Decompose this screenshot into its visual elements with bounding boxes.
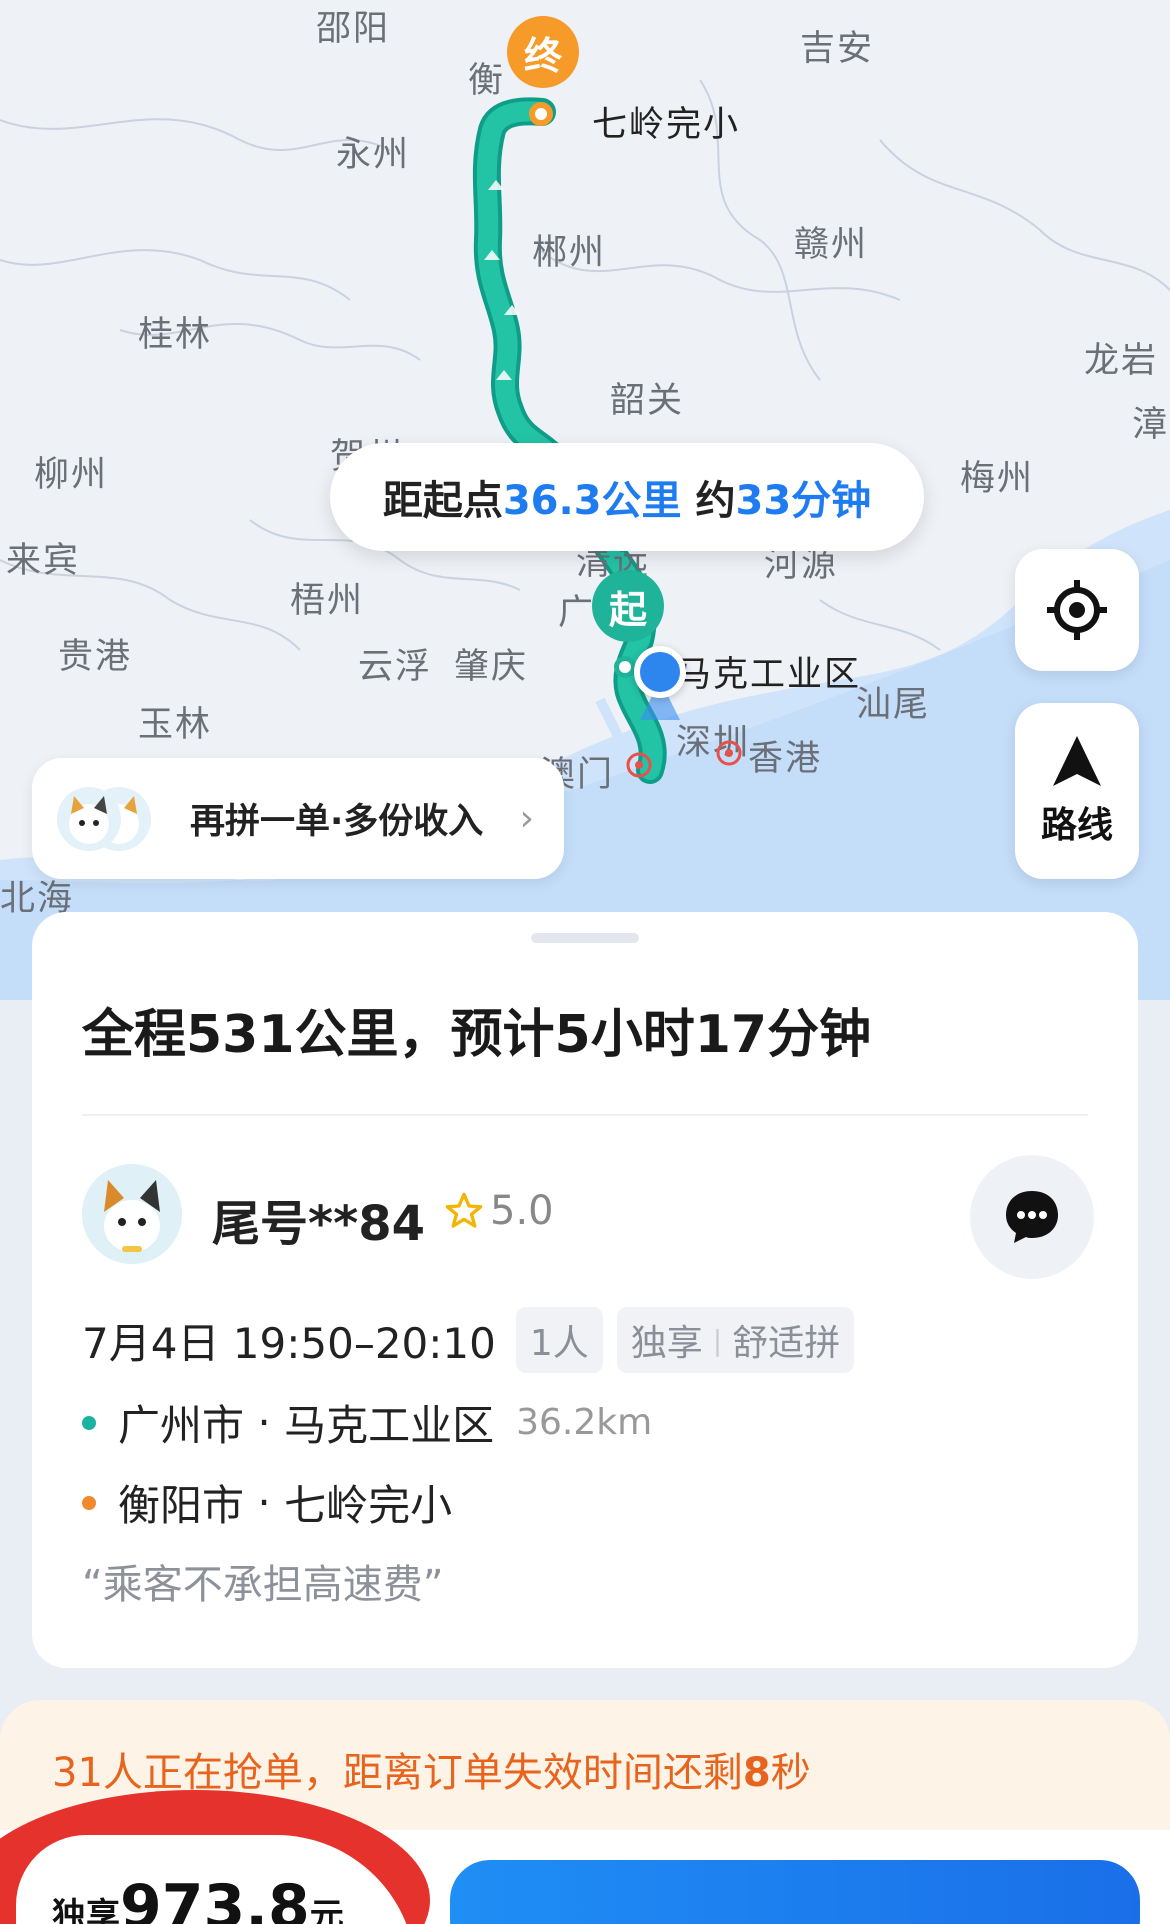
city-label: 衡 <box>468 61 506 101</box>
hongkong-marker-icon <box>716 740 742 766</box>
order-card: 全程531公里，预计5小时17分钟 尾号**84 5.0 7月4日 19:50–… <box>32 912 1138 1668</box>
cat-avatar-icon <box>82 1164 182 1264</box>
distance-prefix: 距起点 <box>382 478 503 524</box>
start-marker[interactable]: 起 <box>592 570 664 642</box>
city-label: 广 <box>558 593 596 633</box>
grab-suffix: 秒 <box>770 1750 811 1796</box>
seat-count-tag: 1人 <box>515 1307 603 1373</box>
city-label: 韶关 <box>610 381 685 421</box>
trip-summary: 全程531公里，预计5小时17分钟 <box>82 1005 872 1065</box>
location-separator: · <box>244 1398 285 1447</box>
grab-prefix: 31人正在抢单，距离订单失效时间还剩 <box>52 1750 743 1796</box>
promo-text: 再拼一单·多份收入 <box>190 802 484 842</box>
duration-value: 33分钟 <box>735 478 872 524</box>
end-point-dot <box>529 102 553 126</box>
navigation-arrow-icon <box>1053 736 1101 786</box>
promo-avatars <box>56 786 166 852</box>
route-button-label: 路线 <box>1040 805 1113 846</box>
pickup-time: 7月4日 19:50–20:10 <box>82 1318 496 1368</box>
ride-type-tag: 独享 | 舒适拼 <box>616 1307 855 1373</box>
price-label: 独享 <box>52 1896 120 1924</box>
drag-handle[interactable] <box>531 933 639 943</box>
start-place: 马克工业区 <box>284 1401 495 1450</box>
pickup-time-row: 7月4日 19:50–20:10 1人 独享 | 舒适拼 <box>82 1307 868 1373</box>
passenger-note: “乘客不承担高速费” <box>82 1562 444 1608</box>
chevron-right-icon: › <box>519 798 534 839</box>
grab-status-text: 31人正在抢单，距离订单失效时间还剩8秒 <box>52 1740 811 1798</box>
city-label: 吉安 <box>800 29 875 69</box>
end-dot-icon <box>82 1495 96 1510</box>
end-location-row: 衡阳市 · 七岭完小 <box>82 1472 452 1533</box>
end-place: 七岭完小 <box>284 1481 453 1530</box>
city-label: 桂林 <box>138 315 213 355</box>
start-location-row: 广州市 · 马克工业区 36.2km <box>82 1392 652 1453</box>
city-label: 郴州 <box>532 233 607 273</box>
city-label-destination: 七岭完小 <box>592 105 741 145</box>
city-label: 玉林 <box>138 705 213 745</box>
distance-middle: 约 <box>681 478 736 524</box>
city-label: 梅州 <box>960 459 1035 499</box>
location-separator: · <box>244 1478 285 1527</box>
city-label: 邵阳 <box>316 9 391 49</box>
tag-exclusive: 独享 <box>630 1323 703 1364</box>
macau-marker-icon <box>626 752 652 778</box>
city-label: 梧州 <box>290 581 365 621</box>
city-label: 漳 <box>1132 405 1170 445</box>
grab-seconds: 8 <box>742 1750 771 1796</box>
promo-banner[interactable]: 再拼一单·多份收入 › <box>32 758 564 879</box>
passenger-name: 尾号**84 <box>212 1196 426 1252</box>
distance-pill: 距起点 36.3公里 约 33分钟 <box>330 443 924 551</box>
rating-value: 5.0 <box>490 1188 554 1234</box>
city-label: 来宾 <box>6 541 81 581</box>
divider <box>82 1114 1088 1116</box>
end-city: 衡阳市 <box>118 1481 245 1530</box>
tag-separator: | <box>712 1323 723 1357</box>
price-unit: 元 <box>309 1896 344 1924</box>
locate-button[interactable] <box>1015 549 1139 671</box>
map-view[interactable]: 邵阳 吉安 衡 七岭完小 永州 郴州 赣州 桂林 龙岩 韶关 漳 柳州 贺州 梅… <box>0 0 1170 1000</box>
my-location-dot <box>634 646 686 698</box>
distance-value: 36.3公里 <box>502 478 682 524</box>
city-label: 香港 <box>748 739 823 779</box>
tag-comfort: 舒适拼 <box>732 1323 841 1364</box>
star-icon <box>445 1192 483 1228</box>
city-label: 肇庆 <box>454 647 529 687</box>
city-label: 贵港 <box>58 637 133 677</box>
grab-order-button[interactable] <box>450 1860 1140 1924</box>
city-label: 永州 <box>336 135 411 175</box>
start-city: 广州市 <box>118 1401 245 1450</box>
city-label-origin: 马克工业区 <box>676 655 862 695</box>
price-value: 973.8 <box>120 1872 310 1924</box>
start-dot-icon <box>82 1415 96 1430</box>
cat-avatar-icon <box>57 786 121 851</box>
start-distance: 36.2km <box>516 1402 653 1443</box>
city-label: 云浮 <box>358 647 433 687</box>
route-button[interactable]: 路线 <box>1015 703 1139 879</box>
city-label: 赣州 <box>794 225 869 265</box>
passenger-avatar[interactable] <box>82 1164 182 1264</box>
passenger-rating: 5.0 <box>444 1188 554 1234</box>
city-label: 柳州 <box>34 455 109 495</box>
start-point-dot <box>614 656 636 678</box>
chat-button[interactable] <box>970 1155 1094 1279</box>
crosshair-icon <box>1047 580 1107 640</box>
city-label: 汕尾 <box>856 685 931 725</box>
city-label: 龙岩 <box>1084 341 1159 381</box>
price-display: 独享973.8元 <box>52 1872 344 1924</box>
chat-bubble-icon <box>1006 1191 1058 1243</box>
end-marker[interactable]: 终 <box>507 16 579 88</box>
